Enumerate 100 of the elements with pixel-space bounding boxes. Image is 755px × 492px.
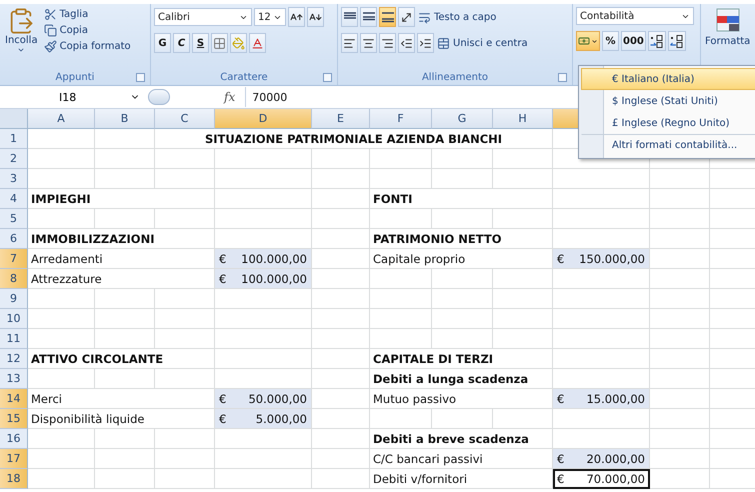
empty-cell[interactable] bbox=[95, 309, 155, 329]
row-header[interactable]: 12 bbox=[0, 349, 28, 369]
label-cell[interactable]: Disponibilità liquide bbox=[28, 409, 215, 429]
empty-cell[interactable] bbox=[155, 289, 215, 309]
label-cell[interactable]: Merci bbox=[28, 389, 215, 409]
empty-cell[interactable] bbox=[553, 329, 650, 349]
currency-cell[interactable]: € 100.000,00 bbox=[215, 269, 312, 289]
empty-cell[interactable] bbox=[312, 309, 370, 329]
column-header[interactable]: H bbox=[493, 109, 553, 129]
empty-cell[interactable] bbox=[553, 289, 650, 309]
row-header[interactable]: 7 bbox=[0, 249, 28, 269]
empty-cell[interactable] bbox=[553, 209, 650, 229]
empty-cell[interactable] bbox=[553, 409, 650, 429]
grow-font-button[interactable] bbox=[288, 7, 305, 27]
empty-cell[interactable] bbox=[370, 309, 432, 329]
label-cell[interactable]: Mutuo passivo bbox=[370, 389, 553, 409]
row-header[interactable]: 13 bbox=[0, 369, 28, 389]
menu-item[interactable]: £ Inglese (Regno Unito) bbox=[581, 112, 755, 134]
empty-cell[interactable] bbox=[155, 429, 215, 449]
empty-cell[interactable] bbox=[312, 329, 370, 349]
heading-cell[interactable]: PATRIMONIO NETTO bbox=[370, 229, 553, 249]
empty-cell[interactable] bbox=[215, 449, 312, 469]
empty-cell[interactable] bbox=[650, 209, 710, 229]
increase-decimal-button[interactable] bbox=[648, 31, 666, 51]
empty-cell[interactable] bbox=[215, 429, 312, 449]
row-header[interactable]: 9 bbox=[0, 289, 28, 309]
decrease-indent-button[interactable] bbox=[398, 33, 415, 53]
empty-cell[interactable] bbox=[215, 169, 312, 189]
vertical-align-button[interactable] bbox=[360, 7, 377, 27]
column-header[interactable]: F bbox=[370, 109, 432, 129]
currency-cell[interactable]: € 150.000,00 bbox=[553, 249, 650, 269]
empty-cell[interactable] bbox=[155, 309, 215, 329]
label-cell[interactable]: Debiti v/fornitori bbox=[370, 469, 553, 489]
cut-button[interactable]: Taglia bbox=[42, 7, 132, 22]
row-header[interactable]: 6 bbox=[0, 229, 28, 249]
name-box[interactable]: I18 bbox=[4, 88, 144, 106]
column-header[interactable]: C bbox=[155, 109, 215, 129]
title-cell[interactable]: SITUAZIONE PATRIMONIALE AZIENDA BIANCHI bbox=[155, 129, 553, 149]
empty-cell[interactable] bbox=[312, 209, 370, 229]
empty-cell[interactable] bbox=[370, 269, 432, 289]
empty-cell[interactable] bbox=[215, 469, 312, 489]
function-button[interactable]: fx bbox=[224, 90, 236, 104]
select-all-corner[interactable] bbox=[0, 109, 28, 129]
label-cell[interactable]: Arredamenti bbox=[28, 249, 215, 269]
currency-cell[interactable]: € 50.000,00 bbox=[215, 389, 312, 409]
empty-cell[interactable] bbox=[95, 149, 155, 169]
row-header[interactable]: 1 bbox=[0, 129, 28, 149]
empty-cell[interactable] bbox=[650, 409, 710, 429]
heading-cell[interactable]: IMPIEGHI bbox=[28, 189, 215, 209]
empty-cell[interactable] bbox=[95, 289, 155, 309]
empty-cell[interactable] bbox=[312, 289, 370, 309]
heading-cell[interactable]: Debiti a lunga scadenza bbox=[370, 369, 553, 389]
empty-cell[interactable] bbox=[493, 289, 553, 309]
empty-cell[interactable] bbox=[432, 289, 493, 309]
empty-cell[interactable] bbox=[95, 449, 155, 469]
empty-cell[interactable] bbox=[650, 309, 710, 329]
align-right-button[interactable] bbox=[379, 33, 396, 53]
empty-cell[interactable] bbox=[553, 269, 650, 289]
heading-cell[interactable]: IMMOBILIZZAZIONI bbox=[28, 229, 215, 249]
empty-cell[interactable] bbox=[215, 309, 312, 329]
thousands-button[interactable]: 000 bbox=[621, 31, 646, 51]
row-header[interactable]: 14 bbox=[0, 389, 28, 409]
empty-cell[interactable] bbox=[370, 149, 432, 169]
column-header[interactable]: A bbox=[28, 109, 95, 129]
heading-cell[interactable]: Debiti a breve scadenza bbox=[370, 429, 553, 449]
label-cell[interactable]: Attrezzature bbox=[28, 269, 215, 289]
row-header[interactable]: 8 bbox=[0, 269, 28, 289]
dialog-launcher-icon[interactable] bbox=[136, 73, 145, 82]
conditional-format-button[interactable]: Formatta bbox=[704, 35, 752, 48]
empty-cell[interactable] bbox=[493, 269, 553, 289]
bold-button[interactable]: G bbox=[154, 33, 171, 53]
align-center-button[interactable] bbox=[360, 33, 377, 53]
row-header[interactable]: 17 bbox=[0, 449, 28, 469]
empty-cell[interactable] bbox=[215, 329, 312, 349]
format-painter-button[interactable]: Copia formato bbox=[42, 39, 132, 54]
currency-cell[interactable]: € 100.000,00 bbox=[215, 249, 312, 269]
heading-cell[interactable]: CAPITALE DI TERZI bbox=[370, 349, 553, 369]
row-header[interactable]: 15 bbox=[0, 409, 28, 429]
orientation-button[interactable] bbox=[398, 7, 415, 27]
empty-cell[interactable] bbox=[370, 289, 432, 309]
increase-indent-button[interactable] bbox=[417, 33, 434, 53]
column-header[interactable]: D bbox=[215, 109, 312, 129]
label-cell[interactable]: C/C bancari passivi bbox=[370, 449, 553, 469]
heading-cell[interactable]: ATTIVO CIRCOLANTE bbox=[28, 349, 215, 369]
empty-cell[interactable] bbox=[650, 169, 710, 189]
empty-cell[interactable] bbox=[155, 149, 215, 169]
menu-item[interactable]: Altri formati contabilità... bbox=[581, 134, 755, 156]
empty-cell[interactable] bbox=[95, 469, 155, 489]
menu-item[interactable]: € Italiano (Italia) bbox=[581, 68, 755, 90]
font-select[interactable]: Calibri bbox=[154, 8, 252, 26]
fill-color-button[interactable] bbox=[230, 33, 247, 53]
empty-cell[interactable] bbox=[155, 469, 215, 489]
empty-cell[interactable] bbox=[95, 429, 155, 449]
shrink-font-button[interactable] bbox=[307, 7, 324, 27]
column-header[interactable]: E bbox=[312, 109, 370, 129]
percent-button[interactable]: % bbox=[602, 31, 619, 51]
dialog-launcher-icon[interactable] bbox=[323, 73, 332, 82]
empty-cell[interactable] bbox=[312, 149, 370, 169]
empty-cell[interactable] bbox=[553, 309, 650, 329]
borders-button[interactable] bbox=[211, 33, 228, 53]
